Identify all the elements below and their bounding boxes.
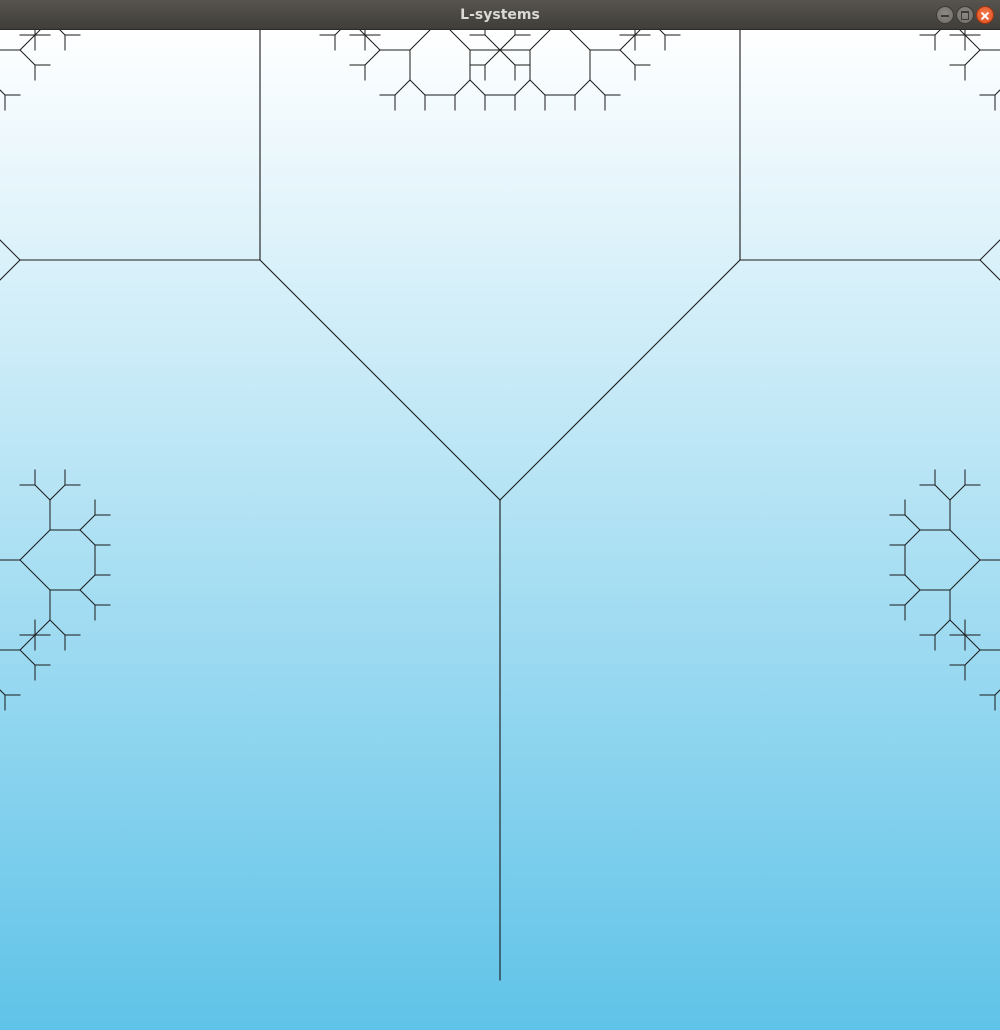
window-controls [936, 6, 994, 24]
title-bar[interactable]: L-systems [0, 0, 1000, 30]
close-icon[interactable] [976, 6, 994, 24]
drawing-canvas [0, 30, 1000, 1030]
maximize-icon[interactable] [956, 6, 974, 24]
app-window: L-systems [0, 0, 1000, 1030]
fractal-tree-drawing [0, 30, 1000, 1030]
window-title: L-systems [460, 7, 540, 23]
minimize-icon[interactable] [936, 6, 954, 24]
